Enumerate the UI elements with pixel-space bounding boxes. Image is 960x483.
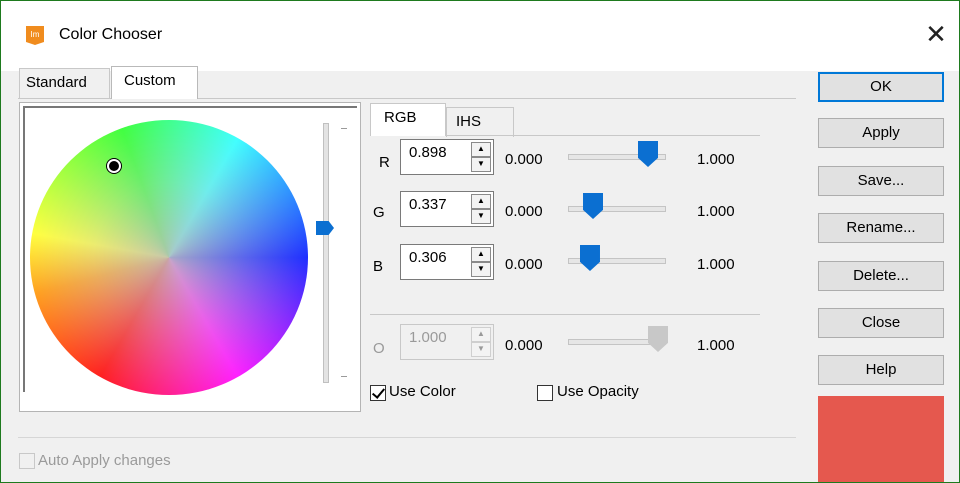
- spin-down-icon[interactable]: ▼: [471, 262, 491, 277]
- auto-apply-label: Auto Apply changes: [38, 452, 171, 469]
- svg-text:Im: Im: [31, 30, 40, 39]
- spin-up-icon[interactable]: ▲: [471, 247, 491, 262]
- tab-standard[interactable]: Standard: [19, 68, 110, 98]
- spin-up-icon[interactable]: ▲: [471, 142, 491, 157]
- save-button[interactable]: Save...: [818, 166, 944, 196]
- tab-ihs[interactable]: IHS: [446, 107, 514, 137]
- b-max: 1.000: [697, 256, 735, 273]
- help-button[interactable]: Help: [818, 355, 944, 385]
- opacity-label: O: [373, 340, 385, 357]
- channel-label-b: B: [373, 258, 384, 275]
- channel-label-r: R: [379, 154, 390, 171]
- g-value-field[interactable]: 0.337 ▲ ▼: [400, 191, 494, 227]
- r-max: 1.000: [697, 151, 735, 168]
- channel-label-g: G: [373, 204, 385, 221]
- spin-down-icon[interactable]: ▼: [471, 342, 491, 357]
- spin-up-icon[interactable]: ▲: [471, 194, 491, 209]
- r-min: 0.000: [505, 151, 543, 168]
- slider-tick: [341, 128, 347, 129]
- r-value[interactable]: 0.898: [409, 144, 447, 161]
- delete-button[interactable]: Delete...: [818, 261, 944, 291]
- rename-button[interactable]: Rename...: [818, 213, 944, 243]
- g-min: 0.000: [505, 203, 543, 220]
- g-value[interactable]: 0.337: [409, 196, 447, 213]
- use-color-checkbox[interactable]: [370, 385, 386, 401]
- b-min: 0.000: [505, 256, 543, 273]
- g-max: 1.000: [697, 203, 735, 220]
- color-preview-swatch: [818, 396, 944, 482]
- tab-custom[interactable]: Custom: [111, 66, 198, 99]
- window-title: Color Chooser: [59, 26, 163, 43]
- app-logo-icon: Im: [26, 26, 44, 45]
- slider-tick: [341, 376, 347, 377]
- g-slider-track[interactable]: [568, 206, 666, 212]
- tab-rgb[interactable]: RGB: [370, 103, 446, 136]
- spin-down-icon[interactable]: ▼: [471, 157, 491, 172]
- spin-down-icon[interactable]: ▼: [471, 209, 491, 224]
- use-opacity-checkbox[interactable]: [537, 385, 553, 401]
- b-value[interactable]: 0.306: [409, 249, 447, 266]
- opacity-value[interactable]: 1.000: [409, 329, 447, 346]
- opacity-value-field[interactable]: 1.000 ▲ ▼: [400, 324, 494, 360]
- apply-button[interactable]: Apply: [818, 118, 944, 148]
- color-wheel[interactable]: [30, 120, 308, 395]
- close-icon[interactable]: ✕: [919, 17, 953, 51]
- close-button[interactable]: Close: [818, 308, 944, 338]
- r-value-field[interactable]: 0.898 ▲ ▼: [400, 139, 494, 175]
- use-color-label: Use Color: [389, 383, 456, 400]
- b-value-field[interactable]: 0.306 ▲ ▼: [400, 244, 494, 280]
- auto-apply-checkbox[interactable]: [19, 453, 35, 469]
- opacity-max: 1.000: [697, 337, 735, 354]
- use-opacity-label: Use Opacity: [557, 383, 639, 400]
- title-bar: Im Color Chooser ✕: [1, 1, 959, 71]
- spin-up-icon[interactable]: ▲: [471, 327, 491, 342]
- intensity-slider-track[interactable]: [323, 123, 329, 383]
- opacity-min: 0.000: [505, 337, 543, 354]
- ok-button[interactable]: OK: [818, 72, 944, 102]
- color-wheel-selector[interactable]: [107, 159, 121, 173]
